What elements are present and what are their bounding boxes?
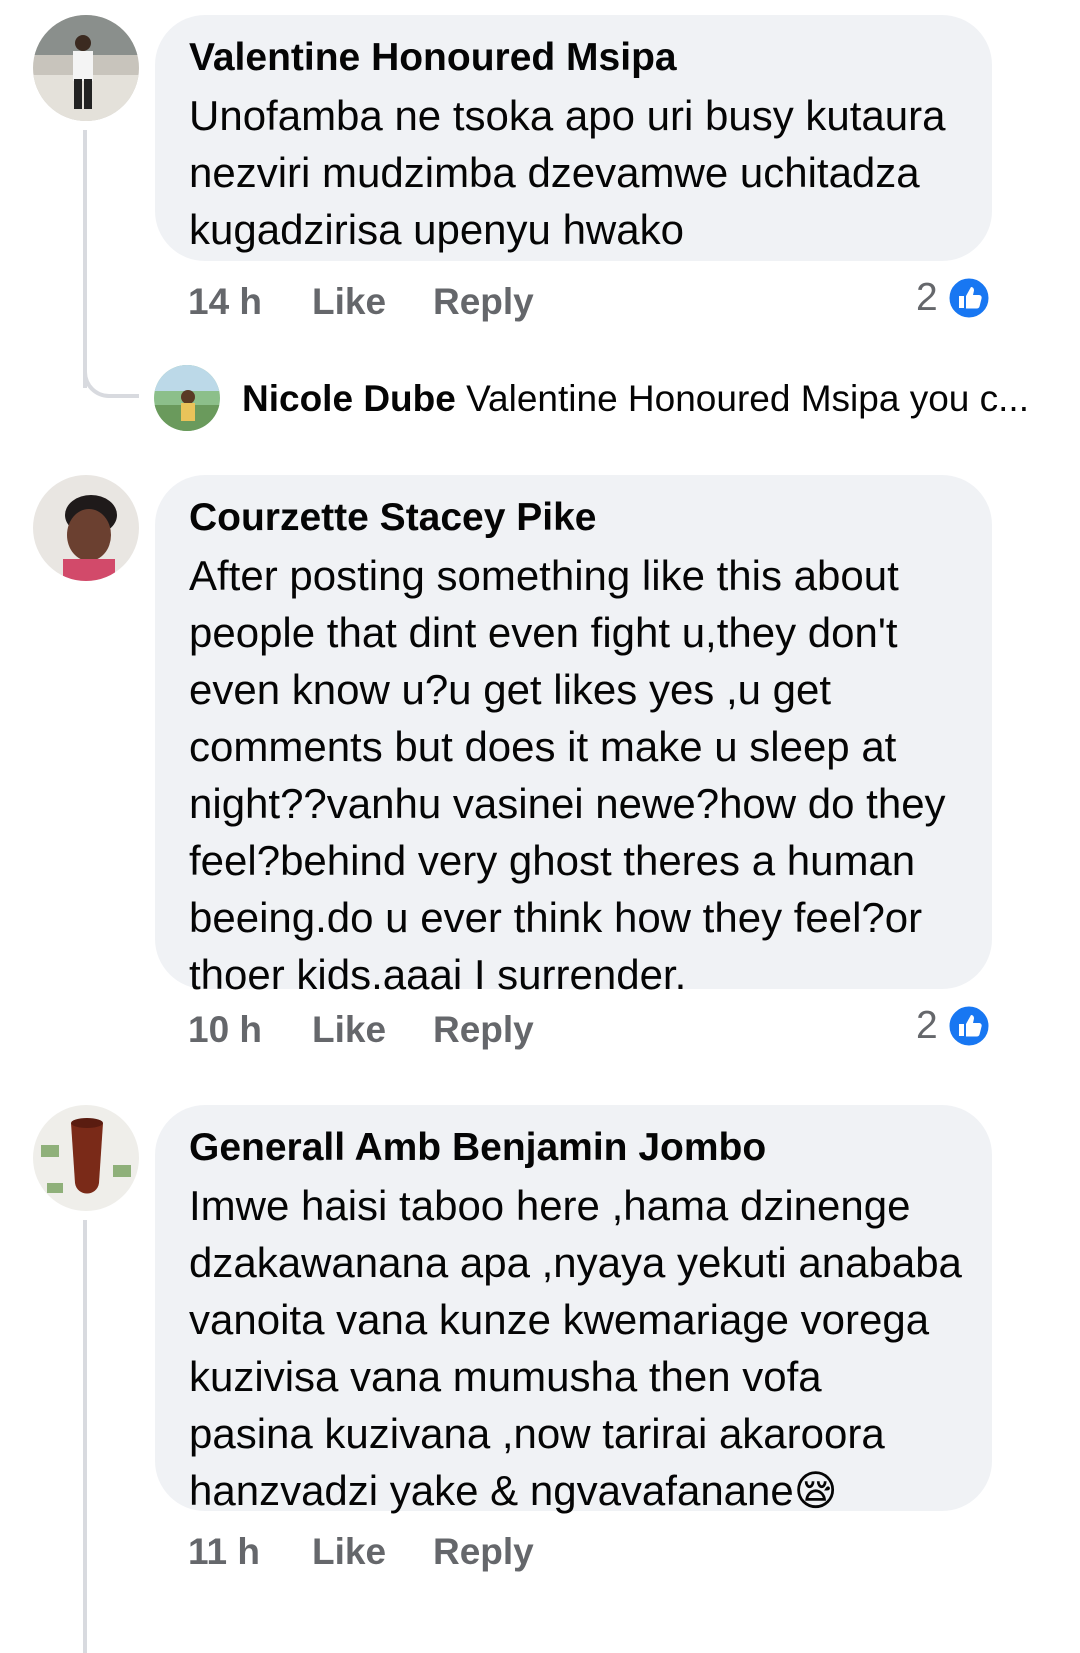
avatar[interactable] — [154, 365, 220, 431]
comment-text-line: After posting something like this about — [189, 552, 899, 599]
reaction-count: 2 — [916, 1004, 938, 1047]
comment-timestamp[interactable]: 14 h — [188, 280, 262, 324]
avatar[interactable] — [33, 1105, 139, 1211]
reply-button[interactable]: Reply — [433, 1008, 534, 1052]
like-button[interactable]: Like — [312, 1530, 386, 1574]
comment-text-line: Unofamba ne tsoka apo uri busy kutaura — [189, 92, 946, 139]
comment-text-line: night??vanhu vasinei newe?how do they — [189, 780, 946, 827]
comment-text-line: even know u?u get likes yes ,u get — [189, 666, 832, 713]
comment-timestamp[interactable]: 10 h — [188, 1008, 262, 1052]
reply-snippet: Valentine Honoured Msipa you c... — [466, 378, 1029, 419]
comment-text-line: people that dint even fight u,they don't — [189, 609, 898, 656]
comment-text-line: nezviri mudzimba dzevamwe uchitadza — [189, 149, 920, 196]
like-button[interactable]: Like — [312, 280, 386, 324]
comment-text-line: kugadzirisa upenyu hwako — [189, 206, 684, 253]
comment-bubble[interactable]: Generall Amb Benjamin Jombo Imwe haisi t… — [155, 1105, 992, 1514]
reply-author[interactable]: Nicole Dube — [242, 378, 456, 419]
comment-text-line: Imwe haisi taboo here ,hama dzinenge — [189, 1182, 911, 1229]
comment-text-line: beeing.do u ever think how they feel?or — [189, 894, 923, 941]
comment-text-line: pasina kuzivana ,now tarirai akaroora — [189, 1410, 885, 1457]
comment-text-line: dzakawanana apa ,nyaya yekuti anababa — [189, 1239, 962, 1286]
avatar[interactable] — [33, 475, 139, 581]
thread-line-curve — [83, 340, 139, 398]
comment-bubble[interactable]: Valentine Honoured Msipa Unofamba ne tso… — [155, 15, 992, 261]
reply-preview[interactable]: Nicole Dube Valentine Honoured Msipa you… — [242, 377, 1029, 421]
reply-button[interactable]: Reply — [433, 1530, 534, 1574]
comment-timestamp[interactable]: 11 h — [188, 1530, 260, 1574]
avatar[interactable] — [33, 15, 139, 121]
reaction-count: 2 — [916, 276, 938, 319]
comment-author[interactable]: Generall Amb Benjamin Jombo — [189, 1125, 958, 1171]
comment-author[interactable]: Valentine Honoured Msipa — [189, 35, 958, 81]
reaction-summary[interactable]: 2 — [916, 275, 992, 321]
like-button[interactable]: Like — [312, 1008, 386, 1052]
comment-text-line: comments but does it make u sleep at — [189, 723, 897, 770]
comment-text-line: hanzvadzi yake & ngvavafanane😪 — [189, 1467, 838, 1514]
comment-text-line: feel?behind very ghost theres a human — [189, 837, 916, 884]
like-icon — [946, 275, 992, 321]
comment-author[interactable]: Courzette Stacey Pike — [189, 495, 958, 541]
comment-bubble[interactable]: Courzette Stacey Pike After posting some… — [155, 475, 992, 998]
like-icon — [946, 1003, 992, 1049]
comment-text-line: thoer kids.aaai I surrender. — [189, 951, 687, 998]
reaction-summary[interactable]: 2 — [916, 1003, 992, 1049]
reply-button[interactable]: Reply — [433, 280, 534, 324]
comment-text-line: kuzivisa vana mumusha then vofa — [189, 1353, 822, 1400]
comment-text-line: vanoita vana kunze kwemariage vorega — [189, 1296, 930, 1343]
thread-line — [83, 1220, 87, 1653]
